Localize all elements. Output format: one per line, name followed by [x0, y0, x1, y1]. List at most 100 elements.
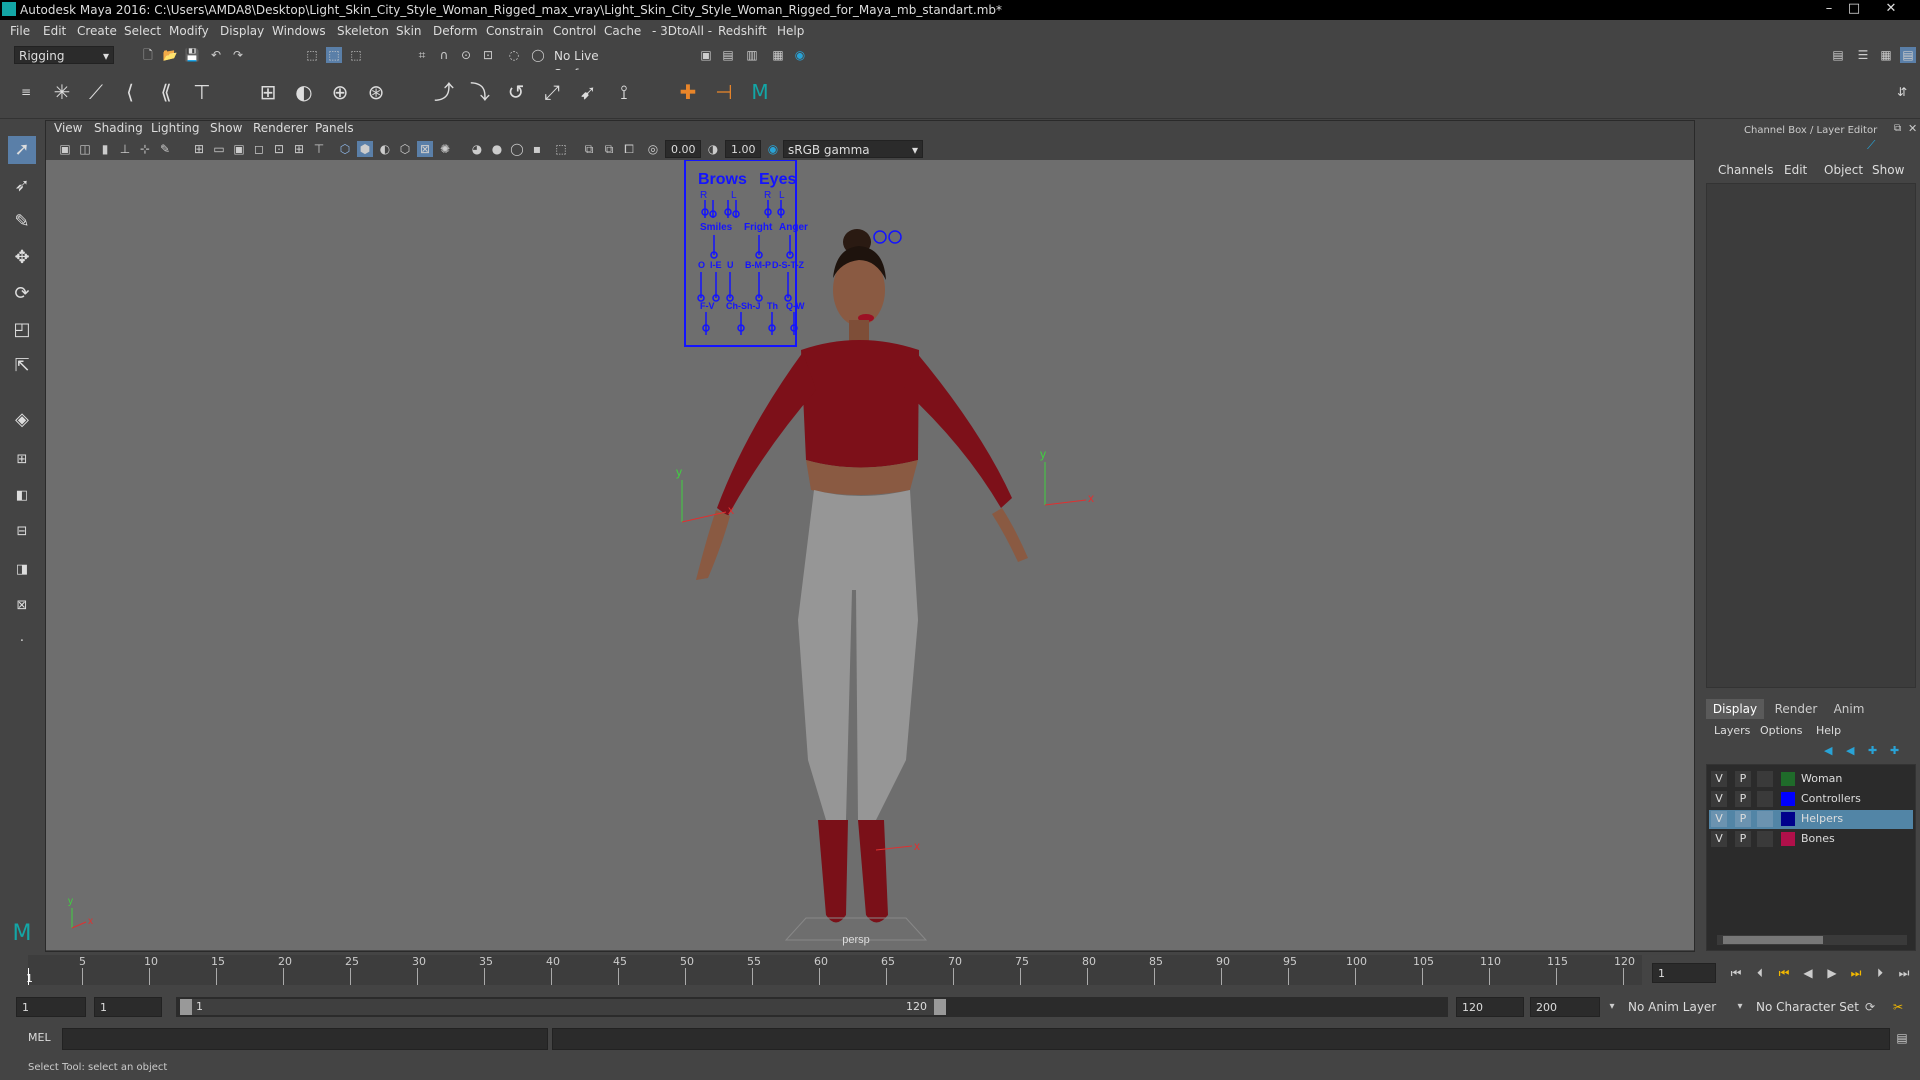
motion-blur-icon[interactable]: ◯ [509, 141, 525, 157]
layer-scrollbar[interactable] [1717, 935, 1907, 945]
options-menu[interactable]: Options [1760, 724, 1802, 737]
parent-constraint-icon[interactable]: ⤴ [432, 80, 456, 104]
default-material-icon[interactable]: ◐ [377, 141, 393, 157]
persp-hypershade-icon[interactable]: ◨ [8, 556, 36, 584]
isolate-select-icon[interactable]: ⬚ [553, 141, 569, 157]
menu-constrain[interactable]: Constrain [486, 24, 544, 38]
menu-3dtoall[interactable]: - 3DtoAll - [652, 24, 712, 38]
insert-joint-icon[interactable]: ⟪ [154, 80, 178, 104]
chevron-down-icon[interactable]: ▾ [1604, 999, 1620, 1015]
layer-display-type-toggle[interactable] [1757, 811, 1773, 827]
viewport-menu-shading[interactable]: Shading [94, 121, 143, 135]
viewport-menu-show[interactable]: Show [210, 121, 242, 135]
ipr-render-icon[interactable]: ▦ [770, 47, 786, 63]
channel-box-area[interactable] [1706, 183, 1916, 688]
lights-icon[interactable]: ✺ [437, 141, 453, 157]
viewport-menu-panels[interactable]: Panels [315, 121, 354, 135]
viewport-menu-renderer[interactable]: Renderer [253, 121, 308, 135]
menu-file[interactable]: File [10, 24, 30, 38]
shadows-icon[interactable]: ◕ [469, 141, 485, 157]
bind-skin-icon[interactable]: ⊞ [256, 80, 280, 104]
menu-edit[interactable]: Edit [43, 24, 66, 38]
minimize-button[interactable]: – [1818, 1, 1840, 17]
last-tool-icon[interactable]: ⇱ [8, 352, 36, 380]
layer-color-swatch[interactable] [1781, 812, 1795, 826]
go-to-start-icon[interactable]: ⏮ [1728, 965, 1744, 981]
range-slider-start-handle[interactable] [180, 999, 192, 1015]
maya-shelf-logo-icon[interactable]: M [748, 80, 772, 104]
select-object-icon[interactable]: ⬚ [326, 47, 342, 63]
persp-graph-icon[interactable]: ⊟ [8, 518, 36, 546]
range-slider-track[interactable]: 1 120 [176, 997, 1448, 1017]
menu-help[interactable]: Help [777, 24, 804, 38]
menu-redshift[interactable]: Redshift [718, 24, 767, 38]
wireframe-icon[interactable]: ⬡ [337, 141, 353, 157]
character-set-dropdown[interactable]: No Character Set [1752, 997, 1868, 1017]
menu-cache[interactable]: Cache [604, 24, 641, 38]
four-view-icon[interactable]: ⊞ [8, 446, 36, 474]
scale-tool-icon[interactable]: ◰ [8, 316, 36, 344]
live-surface-field[interactable]: No Live Surface [550, 47, 642, 81]
snap-point-icon[interactable]: ⊙ [458, 47, 474, 63]
layer-color-swatch[interactable] [1781, 832, 1795, 846]
script-editor-icon[interactable]: ▤ [1894, 1030, 1910, 1046]
modeling-toolkit-icon[interactable]: ▤ [1830, 47, 1846, 63]
close-panel-icon[interactable]: ✕ [1908, 122, 1917, 135]
exposure-icon[interactable]: ◎ [645, 141, 661, 157]
play-forwards-icon[interactable]: ▶ [1824, 965, 1840, 981]
step-forward-key-icon[interactable]: ⏭ [1848, 965, 1864, 981]
film-gate-icon[interactable]: ▭ [211, 141, 227, 157]
paint-select-tool-icon[interactable]: ✎ [8, 208, 36, 236]
step-back-key-icon[interactable]: ⏮ [1776, 965, 1792, 981]
channels-menu[interactable]: Channels [1718, 163, 1774, 177]
animation-end-field[interactable]: 200 [1530, 997, 1600, 1017]
lasso-tool-icon[interactable]: ➶ [8, 172, 36, 200]
snap-surface-icon[interactable]: ◌ [506, 47, 522, 63]
smooth-shade-icon[interactable]: ⬢ [357, 141, 373, 157]
go-to-end-icon[interactable]: ⏭ [1896, 965, 1912, 981]
snap-grid-icon[interactable]: ⌗ [414, 47, 430, 63]
menu-display[interactable]: Display [220, 24, 264, 38]
aim-constraint-icon[interactable]: ➹ [576, 80, 600, 104]
layer-row-bones[interactable]: V P Bones [1709, 830, 1913, 849]
color-management-icon[interactable]: ◉ [765, 141, 781, 157]
new-layer-selected-icon[interactable]: ✚ [1890, 744, 1899, 757]
xray-components-icon[interactable]: ⧠ [621, 141, 637, 157]
shelf-scroll-icon[interactable]: ⇵ [1890, 80, 1914, 104]
play-backwards-icon[interactable]: ◀ [1800, 965, 1816, 981]
layer-playback-toggle[interactable]: P [1735, 831, 1751, 847]
layer-color-swatch[interactable] [1781, 792, 1795, 806]
textured-icon[interactable]: ⊠ [417, 141, 433, 157]
maximize-button[interactable]: □ [1843, 1, 1865, 17]
key-tangent-icon[interactable]: ⟋ [1867, 138, 1875, 153]
render-current-icon[interactable]: ▥ [744, 47, 760, 63]
joint-tool-icon[interactable]: ✳ [50, 80, 74, 104]
menuset-dropdown[interactable]: Rigging ▾ [14, 46, 114, 64]
render-settings-icon[interactable]: ▣ [698, 47, 714, 63]
save-scene-icon[interactable]: 💾 [184, 47, 200, 63]
playback-end-field[interactable]: 120 [1456, 997, 1524, 1017]
xray-icon[interactable]: ⧉ [581, 141, 597, 157]
tab-display[interactable]: Display [1706, 699, 1764, 719]
range-slider-bar[interactable]: 1 120 [180, 999, 946, 1015]
facial-controls-panel[interactable]: Brows Eyes R L R L Smiles Fright Anger O… [684, 160, 808, 347]
orient-constraint-icon[interactable]: ↺ [504, 80, 528, 104]
persp-relationship-icon[interactable]: ⊠ [8, 592, 36, 620]
lattice-icon[interactable]: ⊕ [328, 80, 352, 104]
colorspace-dropdown[interactable]: sRGB gamma ▾ [783, 140, 923, 158]
layers-menu[interactable]: Layers [1714, 724, 1750, 737]
show-menu[interactable]: Show [1872, 163, 1904, 177]
object-menu[interactable]: Object [1824, 163, 1863, 177]
shelf-menu-icon[interactable]: ≡ [14, 80, 38, 104]
layer-playback-toggle[interactable]: P [1735, 811, 1751, 827]
menu-create[interactable]: Create [77, 24, 117, 38]
layer-row-helpers[interactable]: V P Helpers [1709, 810, 1913, 829]
point-constraint-icon[interactable]: ⤵ [468, 80, 492, 104]
command-language-label[interactable]: MEL [28, 1031, 51, 1044]
gamma-icon[interactable]: ◑ [705, 141, 721, 157]
menu-modify[interactable]: Modify [169, 24, 209, 38]
hypershade-icon[interactable]: ◉ [792, 47, 808, 63]
move-tool-icon[interactable]: ✥ [8, 244, 36, 272]
layer-display-type-toggle[interactable] [1757, 831, 1773, 847]
pole-vector-icon[interactable]: ⟟ [612, 80, 636, 104]
